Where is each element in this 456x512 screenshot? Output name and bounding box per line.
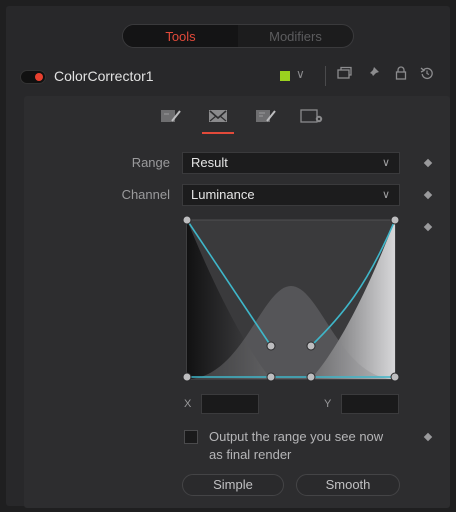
divider [325,66,326,86]
inspector-frame: Tools Modifiers ColorCorrector1 ∨ Range … [6,6,450,508]
tool-name: ColorCorrector1 [54,68,154,84]
curve-handle[interactable] [266,372,276,382]
inspector-mode-switch: Tools Modifiers [122,24,354,48]
output-range-label-line2: as final render [209,447,292,462]
channel-keyframe-icon[interactable] [423,190,433,200]
output-keyframe-icon[interactable] [423,432,433,442]
curve-handle[interactable] [390,372,400,382]
inspector-panel: Range Result ∨ Channel Luminance ∨ X Y O… [24,96,450,508]
range-dropdown[interactable]: Result ∨ [182,152,400,174]
curve-keyframe-icon[interactable] [423,222,433,232]
tab-modifiers[interactable]: Modifiers [238,25,353,47]
output-range-label: Output the range you see now as final re… [209,428,409,464]
x-label: X [184,398,192,410]
range-value: Result [191,155,228,170]
output-range-label-line1: Output the range you see now [209,429,384,444]
channel-dropdown[interactable]: Luminance ∨ [182,184,400,206]
tool-enable-toggle[interactable] [20,70,46,84]
curve-handle[interactable] [182,216,192,225]
chevron-down-icon: ∨ [381,189,390,201]
chevron-down-icon: ∨ [381,157,390,169]
output-range-checkbox[interactable] [184,430,198,444]
y-input[interactable] [341,394,399,414]
simple-button[interactable]: Simple [182,474,284,496]
curve-handle[interactable] [390,216,400,225]
toggle-indicator [35,73,43,81]
correction-tab-icon[interactable] [158,106,184,126]
x-input[interactable] [201,394,259,414]
tool-color-swatch[interactable] [280,71,290,81]
active-tab-indicator [202,132,234,134]
settings-tab-icon[interactable] [299,106,325,126]
curve-handle[interactable] [306,372,316,382]
ranges-tab-icon[interactable] [205,106,231,126]
range-keyframe-icon[interactable] [423,158,433,168]
chevron-down-icon[interactable]: ∨ [296,67,305,81]
channel-label: Channel [121,187,170,202]
channel-value: Luminance [191,187,255,202]
tab-tools[interactable]: Tools [123,25,238,47]
range-label: Range [131,155,170,170]
versions-icon[interactable] [336,66,354,86]
smooth-button[interactable]: Smooth [296,474,400,496]
lock-icon[interactable] [392,66,410,86]
reset-icon[interactable] [418,66,436,86]
pin-icon[interactable] [364,66,382,86]
curve-handle[interactable] [306,341,316,351]
curve-handle[interactable] [182,372,192,382]
y-label: Y [324,398,332,410]
curve-handle[interactable] [266,341,276,351]
tool-header: ColorCorrector1 ∨ [6,62,450,92]
panel-tabs [24,96,450,138]
range-curve-editor[interactable] [182,216,404,384]
options-tab-icon[interactable] [253,106,279,126]
